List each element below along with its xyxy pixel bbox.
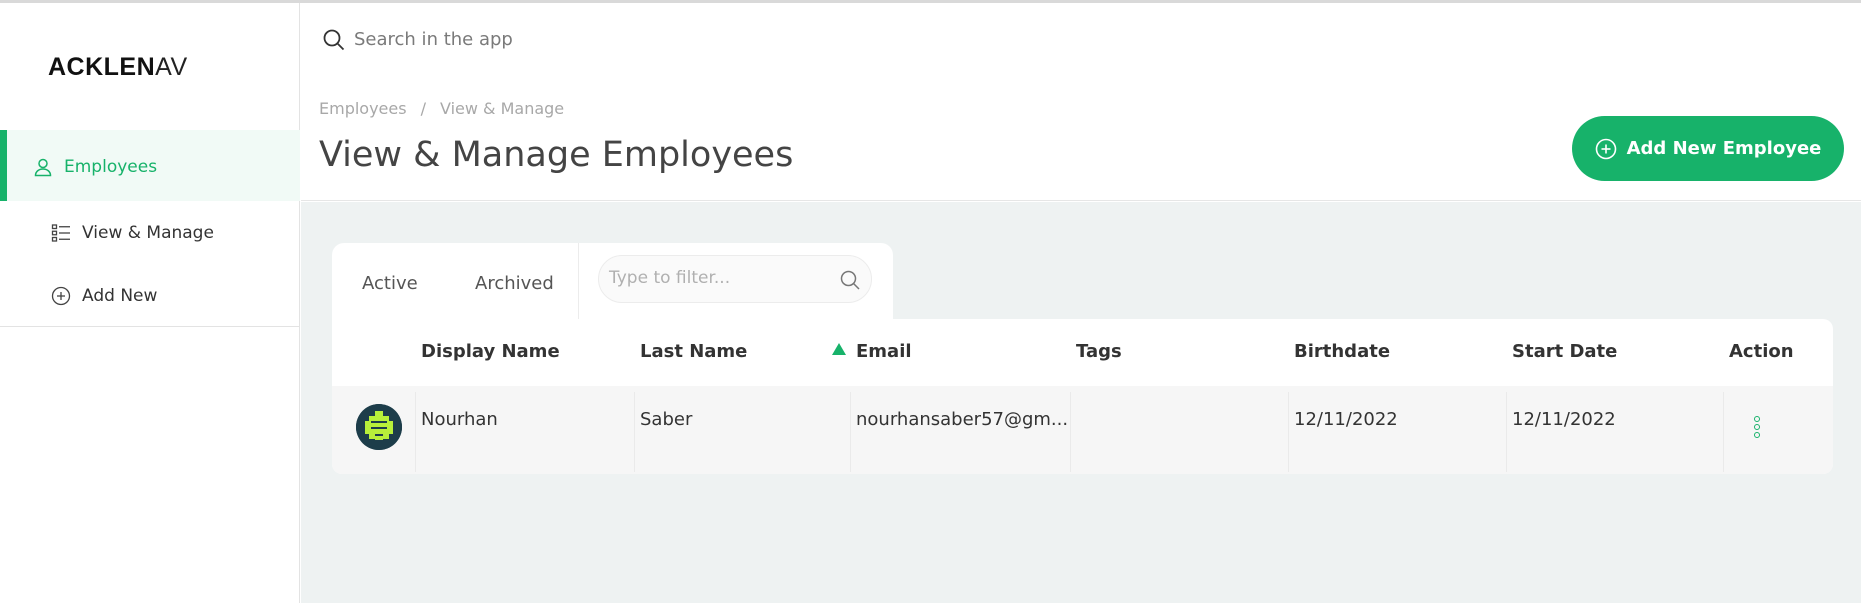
add-new-employee-button[interactable]: Add New Employee: [1572, 116, 1844, 181]
column-header-last-name[interactable]: Last Name: [640, 341, 747, 362]
table-row[interactable]: Nourhan Saber nourhansaber57@gm... 12/11…: [332, 386, 1833, 474]
cell-divider: [634, 392, 635, 472]
logo-bold-text: ACKLEN: [48, 53, 156, 81]
main-content: Active Archived Type to filter... Displa…: [301, 202, 1861, 603]
active-indicator: [0, 130, 7, 201]
plus-circle-icon: [1595, 138, 1617, 160]
sidebar-item-add-new[interactable]: Add New: [50, 285, 157, 307]
cell-divider: [1506, 392, 1507, 472]
cell-divider: [1070, 392, 1071, 472]
sidebar-item-label: Add New: [82, 286, 158, 306]
breadcrumb-employees[interactable]: Employees: [319, 99, 407, 118]
sidebar-item-view-manage[interactable]: View & Manage: [50, 222, 214, 244]
cell-divider: [850, 392, 851, 472]
page-header: Employees / View & Manage View & Manage Em…: [301, 87, 1861, 201]
avatar-image: [356, 404, 402, 450]
sidebar-item-label: Employees: [64, 157, 158, 177]
cell-last-name: Saber: [640, 409, 693, 430]
logo-light-text: AV: [155, 53, 188, 81]
sidebar-item-employees[interactable]: Employees: [32, 156, 157, 178]
filter-placeholder: Type to filter...: [609, 268, 731, 288]
column-header-birthdate[interactable]: Birthdate: [1294, 341, 1390, 362]
column-header-start-date[interactable]: Start Date: [1512, 341, 1617, 362]
sidebar-divider: [0, 326, 299, 327]
app-search-bar[interactable]: Search in the app: [301, 3, 1861, 87]
sort-ascending-icon[interactable]: [832, 343, 846, 355]
employees-table: Display Name Last Name Email Tags Birthd…: [332, 319, 1833, 474]
cell-divider: [415, 392, 416, 472]
breadcrumb: Employees / View & Manage: [319, 99, 564, 118]
page-title: View & Manage Employees: [319, 135, 794, 175]
cell-email: nourhansaber57@gm...: [856, 409, 1069, 430]
user-icon: [32, 156, 54, 178]
add-new-employee-label: Add New Employee: [1626, 138, 1822, 159]
filter-input[interactable]: Type to filter...: [598, 255, 872, 303]
tab-archived[interactable]: Archived: [475, 273, 554, 294]
column-header-display-name[interactable]: Display Name: [421, 341, 560, 362]
brand-logo[interactable]: ACKLENAV: [48, 53, 188, 82]
column-header-email[interactable]: Email: [856, 341, 912, 362]
cell-start-date: 12/11/2022: [1512, 409, 1616, 430]
plus-circle-icon: [50, 285, 72, 307]
tabs-card: Active Archived Type to filter...: [332, 243, 893, 323]
tab-active[interactable]: Active: [362, 273, 418, 294]
tab-divider: [578, 243, 579, 323]
cell-birthdate: 12/11/2022: [1294, 409, 1398, 430]
cell-display-name: Nourhan: [421, 409, 498, 430]
more-actions-icon[interactable]: [1753, 416, 1761, 442]
breadcrumb-separator: /: [420, 99, 426, 118]
column-header-tags[interactable]: Tags: [1076, 341, 1122, 362]
cell-divider: [1723, 392, 1724, 472]
column-header-action: Action: [1729, 341, 1794, 362]
avatar: [356, 404, 402, 450]
search-icon: [322, 28, 346, 56]
sidebar: ACKLENAV Employees View & Manage Add New: [0, 3, 300, 603]
sidebar-item-label: View & Manage: [82, 223, 214, 243]
search-input[interactable]: Search in the app: [354, 29, 513, 50]
search-icon[interactable]: [839, 269, 861, 295]
list-icon: [50, 222, 72, 244]
breadcrumb-view-manage: View & Manage: [439, 99, 565, 118]
cell-divider: [1288, 392, 1289, 472]
